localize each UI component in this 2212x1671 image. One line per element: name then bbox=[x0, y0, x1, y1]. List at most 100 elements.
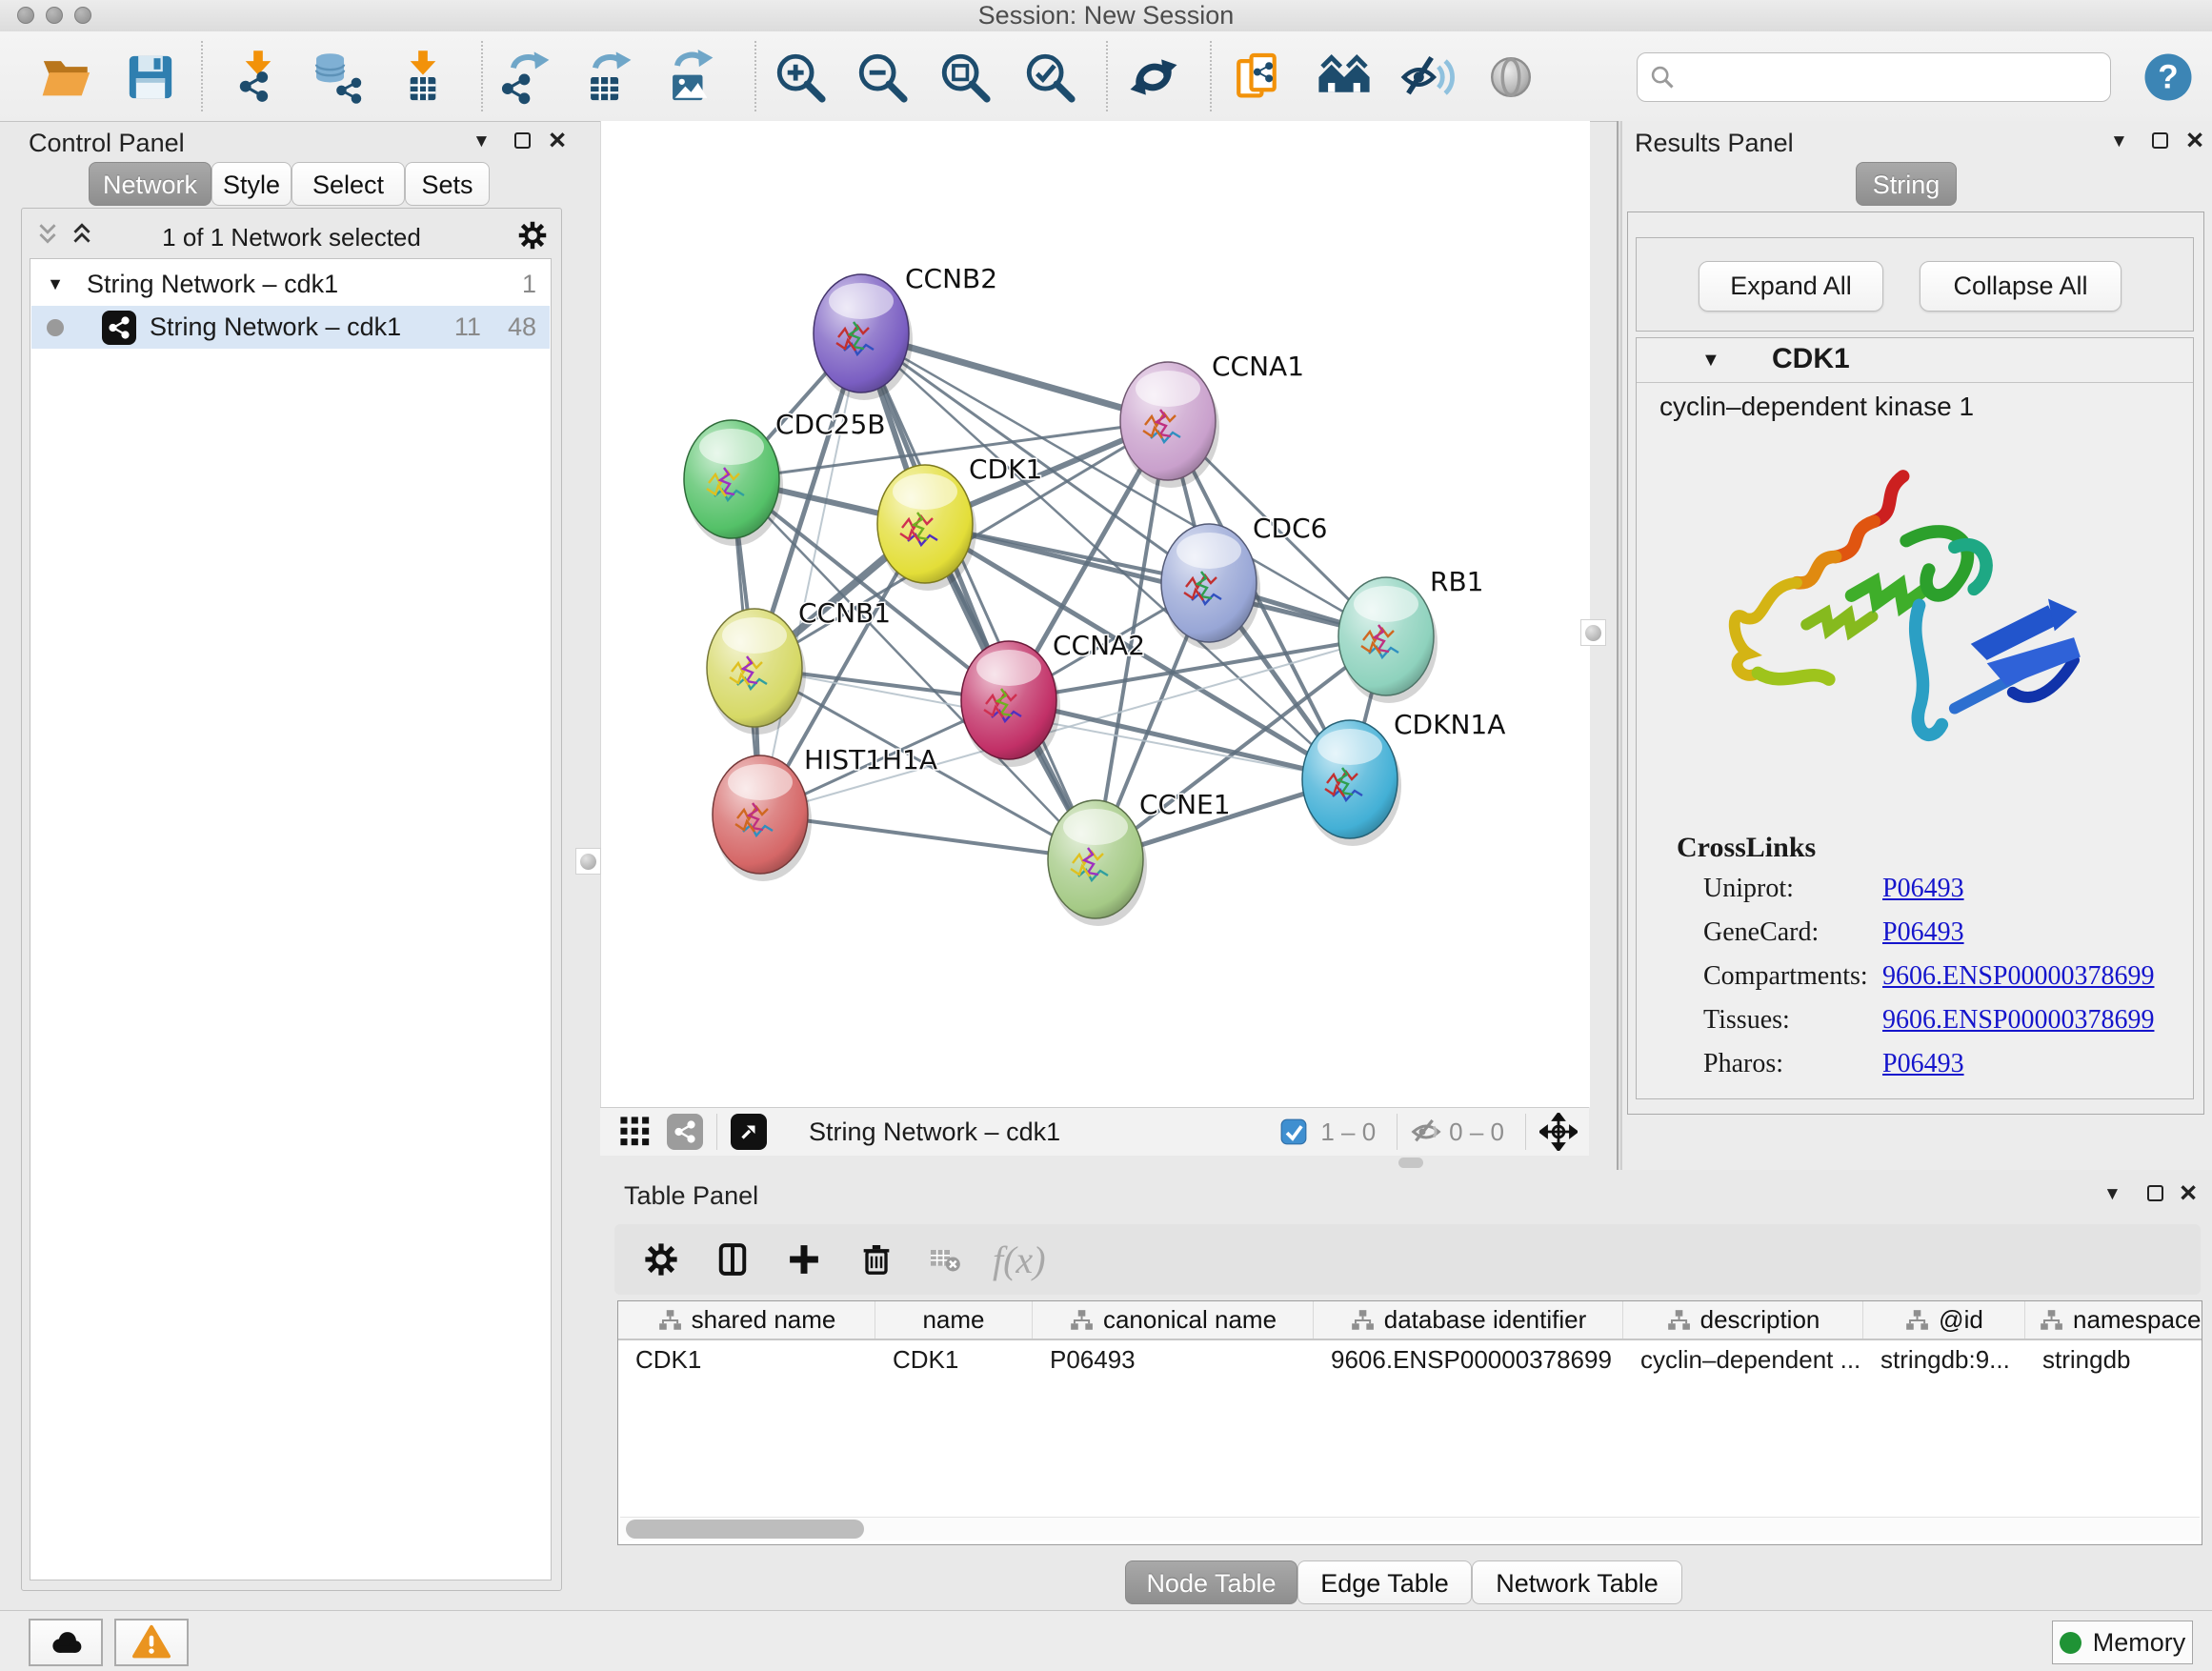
clone-network-button[interactable] bbox=[1228, 46, 1291, 109]
zoom-out-button[interactable] bbox=[851, 46, 914, 109]
zoom-selected-button[interactable] bbox=[1018, 46, 1081, 109]
add-column-icon[interactable] bbox=[784, 1239, 824, 1279]
export-table-button[interactable] bbox=[575, 46, 638, 109]
preview-button[interactable] bbox=[1479, 46, 1542, 109]
open-in-window-button[interactable] bbox=[731, 1114, 767, 1150]
cell-description[interactable]: cyclin–dependent ... bbox=[1623, 1340, 1863, 1379]
network-collection-row[interactable]: ▼ String Network – cdk1 1 bbox=[31, 263, 550, 306]
network-node-HIST1H1A[interactable]: HIST1H1A bbox=[713, 744, 937, 881]
tab-sets[interactable]: Sets bbox=[405, 162, 490, 206]
help-button[interactable]: ? bbox=[2137, 46, 2200, 109]
cell-canonical-name[interactable]: P06493 bbox=[1033, 1340, 1314, 1379]
crosslink-pharos-link[interactable]: P06493 bbox=[1882, 1049, 1964, 1079]
tree-expand-caret-icon[interactable]: ▼ bbox=[31, 274, 64, 294]
network-node-CDC25B[interactable]: CDC25B bbox=[684, 409, 886, 546]
scrollbar-thumb[interactable] bbox=[626, 1520, 864, 1539]
cell-shared-name[interactable]: CDK1 bbox=[618, 1340, 875, 1379]
hidden-eye-slash-icon[interactable] bbox=[1411, 1117, 1441, 1147]
protein-section-header[interactable]: ▼ CDK1 bbox=[1637, 338, 2193, 383]
table-options-gear-icon[interactable] bbox=[641, 1239, 681, 1279]
cell-id[interactable]: stringdb:9... bbox=[1863, 1340, 2025, 1379]
network-canvas[interactable]: CCNB2 CCNA1 CDC25BCDK1 CDC6RB1 CCNB1 CCNA2 CDK… bbox=[600, 121, 1590, 1107]
right-splitter-handle[interactable] bbox=[1580, 619, 1606, 646]
cloud-icon bbox=[45, 1623, 87, 1661]
network-node-CCNA1[interactable]: CCNA1 bbox=[1120, 351, 1304, 488]
tab-select[interactable]: Select bbox=[292, 162, 405, 206]
refresh-button[interactable] bbox=[1122, 46, 1185, 109]
edge-CCNB2-CCNE1[interactable] bbox=[861, 333, 1096, 859]
column-header-id[interactable]: @id bbox=[1863, 1301, 2025, 1339]
column-header-namespace[interactable]: namespace bbox=[2025, 1301, 2202, 1339]
network-node-CCNB2[interactable]: CCNB2 bbox=[814, 263, 997, 400]
import-network-from-database-button[interactable] bbox=[307, 46, 370, 109]
network-row-selected[interactable]: String Network – cdk1 11 48 bbox=[31, 306, 550, 349]
crosslink-tissues-link[interactable]: 9606.ENSP00000378699 bbox=[1882, 1005, 2154, 1036]
results-panel-title: Results Panel bbox=[1635, 129, 1794, 158]
edge-CCNB2-HIST1H1A[interactable] bbox=[760, 333, 861, 815]
selected-checkbox-icon[interactable] bbox=[1280, 1118, 1307, 1145]
table-horizontal-scrollbar[interactable] bbox=[620, 1517, 2200, 1540]
birds-eye-grid-button[interactable] bbox=[617, 1114, 654, 1150]
open-session-button[interactable] bbox=[35, 46, 98, 109]
network-node-CDK1[interactable]: CDK1 bbox=[877, 453, 1042, 591]
table-panel-float-button[interactable] bbox=[2147, 1185, 2163, 1201]
column-header-description[interactable]: description bbox=[1623, 1301, 1863, 1339]
column-header-canonical-name[interactable]: canonical name bbox=[1033, 1301, 1314, 1339]
crosslink-compartments-link[interactable]: 9606.ENSP00000378699 bbox=[1882, 961, 2154, 992]
tab-style[interactable]: Style bbox=[211, 162, 292, 206]
results-panel-close-button[interactable]: × bbox=[2186, 131, 2203, 150]
show-columns-icon[interactable] bbox=[713, 1239, 753, 1279]
network-node-CDC6[interactable]: CDC6 bbox=[1161, 513, 1327, 650]
node-label-CCNA1: CCNA1 bbox=[1212, 351, 1304, 382]
network-node-CCNE1[interactable]: CCNE1 bbox=[1048, 789, 1231, 926]
zoom-fit-button[interactable] bbox=[934, 46, 996, 109]
horizontal-splitter-handle[interactable] bbox=[1398, 1158, 1423, 1168]
export-image-button[interactable] bbox=[657, 46, 720, 109]
column-header-name[interactable]: name bbox=[875, 1301, 1033, 1339]
hide-panels-button[interactable] bbox=[1397, 46, 1459, 109]
results-panel-float-button[interactable] bbox=[2152, 132, 2168, 149]
column-header-shared-name[interactable]: shared name bbox=[618, 1301, 875, 1339]
memory-button[interactable]: Memory bbox=[2052, 1621, 2193, 1664]
cloud-status-button[interactable] bbox=[29, 1619, 103, 1666]
save-session-button[interactable] bbox=[119, 46, 182, 109]
results-panel-menu-caret-icon[interactable]: ▼ bbox=[2110, 131, 2128, 152]
crosslink-genecard-link[interactable]: P06493 bbox=[1882, 917, 1964, 948]
network-node-CDKN1A[interactable]: CDKN1A bbox=[1302, 709, 1505, 846]
table-panel-close-button[interactable]: × bbox=[2180, 1183, 2197, 1202]
tab-edge-table[interactable]: Edge Table bbox=[1297, 1560, 1472, 1604]
warnings-button[interactable] bbox=[114, 1619, 189, 1666]
zoom-in-button[interactable] bbox=[769, 46, 832, 109]
search-input[interactable] bbox=[1681, 57, 2095, 95]
import-network-button[interactable] bbox=[227, 46, 290, 109]
control-panel-float-button[interactable] bbox=[514, 132, 531, 149]
cell-namespace[interactable]: stringdb bbox=[2025, 1340, 2202, 1379]
cell-name[interactable]: CDK1 bbox=[875, 1340, 1033, 1379]
tab-network[interactable]: Network bbox=[89, 162, 211, 206]
control-panel-close-button[interactable]: × bbox=[549, 131, 566, 150]
column-header-database-identifier[interactable]: database identifier bbox=[1314, 1301, 1623, 1339]
pan-crosshair-icon[interactable] bbox=[1539, 1113, 1578, 1151]
control-panel-menu-caret-icon[interactable]: ▼ bbox=[473, 131, 491, 152]
delete-column-trash-icon[interactable] bbox=[857, 1240, 895, 1278]
left-splitter-handle[interactable] bbox=[575, 848, 601, 875]
tab-node-table[interactable]: Node Table bbox=[1125, 1560, 1297, 1604]
network-node-CCNB1[interactable]: CCNB1 bbox=[707, 597, 891, 735]
home-button[interactable] bbox=[1313, 46, 1376, 109]
expand-all-button[interactable]: Expand All bbox=[1699, 261, 1883, 312]
warning-triangle-icon bbox=[131, 1623, 172, 1661]
tab-string[interactable]: String bbox=[1856, 162, 1957, 206]
import-table-button[interactable] bbox=[392, 46, 454, 109]
crosslink-uniprot-link[interactable]: P06493 bbox=[1882, 874, 1964, 904]
network-options-gear-icon[interactable] bbox=[515, 218, 550, 252]
cell-database-identifier[interactable]: 9606.ENSP00000378699 bbox=[1314, 1340, 1623, 1379]
section-caret-icon[interactable]: ▼ bbox=[1701, 350, 1720, 372]
table-panel-menu-caret-icon[interactable]: ▼ bbox=[2103, 1184, 2122, 1205]
network-node-RB1[interactable]: RB1 bbox=[1338, 566, 1483, 703]
export-network-button[interactable] bbox=[493, 46, 556, 109]
tab-network-table[interactable]: Network Table bbox=[1472, 1560, 1682, 1604]
table-row[interactable]: CDK1 CDK1 P06493 9606.ENSP00000378699 cy… bbox=[618, 1340, 2202, 1379]
collapse-all-button[interactable]: Collapse All bbox=[1920, 261, 2122, 312]
network-type-button[interactable] bbox=[667, 1114, 703, 1150]
network-node-CCNA2[interactable]: CCNA2 bbox=[961, 630, 1145, 767]
